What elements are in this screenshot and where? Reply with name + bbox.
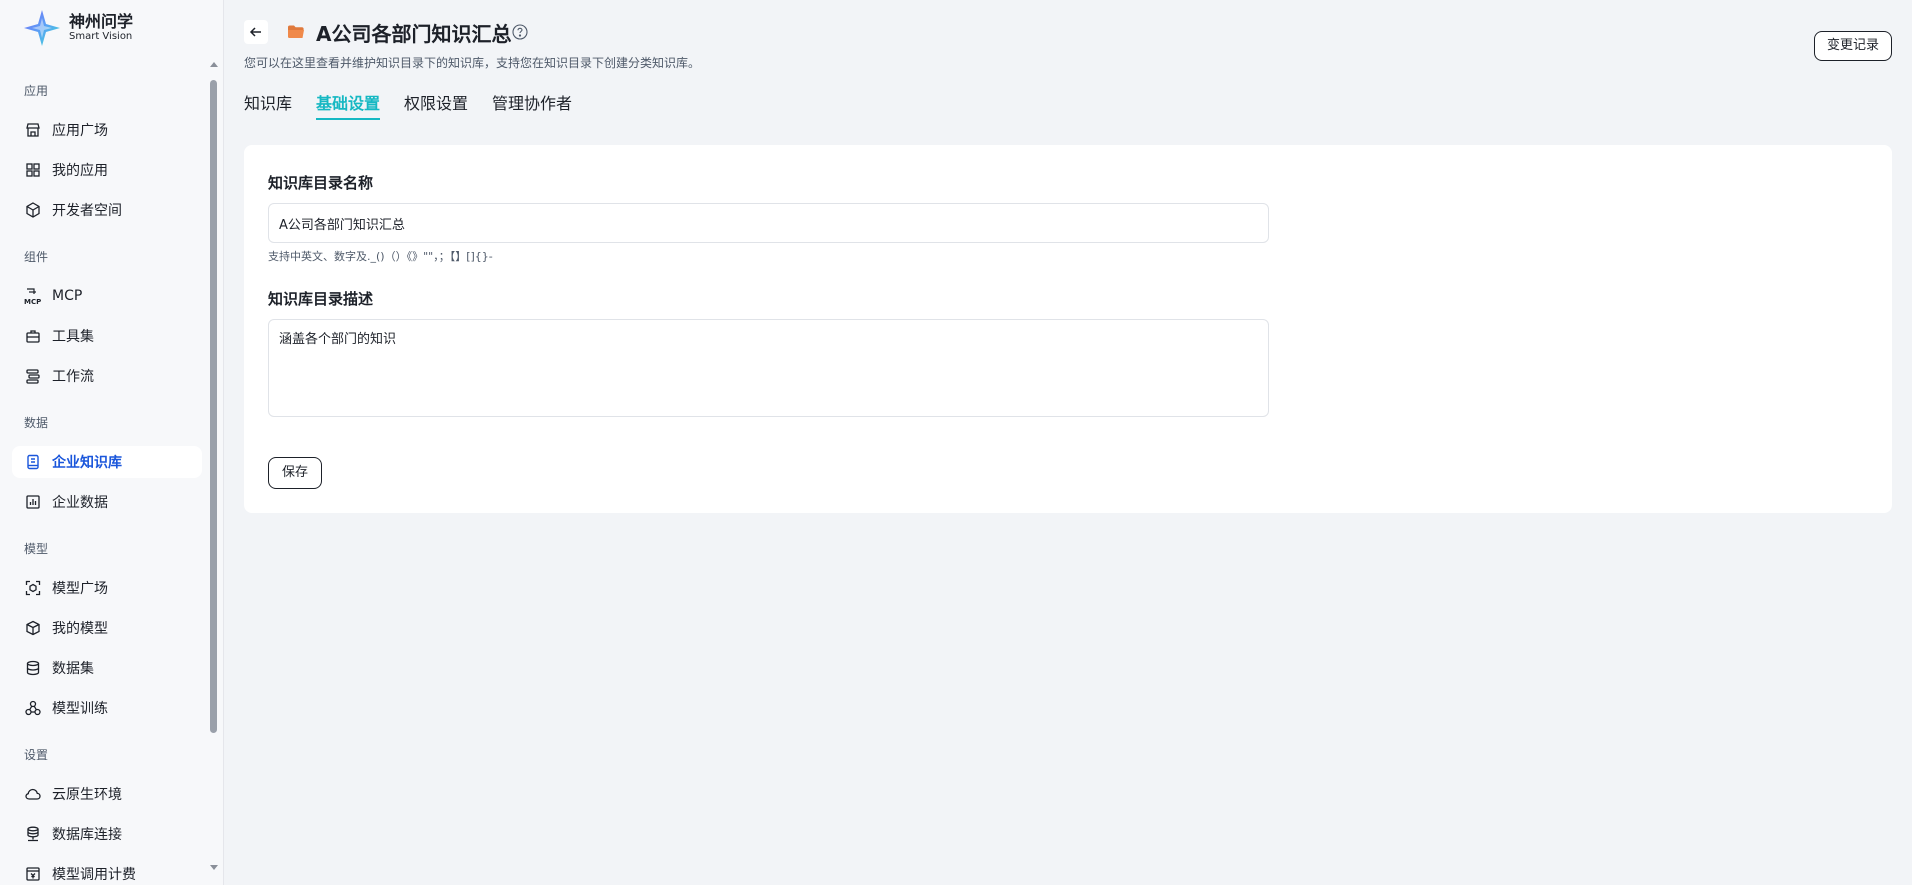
scrollbar-thumb[interactable]	[210, 80, 217, 733]
grid-icon	[24, 161, 42, 179]
sidebar: 神州问学 Smart Vision 应用 应用广场 我的应用 开发者空间 组件	[0, 0, 224, 885]
sidebar-item-model-training[interactable]: 模型训练	[12, 692, 202, 724]
tab-knowledge-base[interactable]: 知识库	[244, 92, 292, 122]
nav-group-label: 应用	[24, 84, 49, 98]
box-icon	[24, 619, 42, 637]
directory-description-textarea[interactable]: 涵盖各个部门的知识	[268, 319, 1269, 417]
sidebar-item-workflow[interactable]: 工作流	[12, 360, 202, 392]
sidebar-item-label: 企业知识库	[52, 455, 122, 471]
tab-bar: 知识库 基础设置 权限设置 管理协作者	[244, 92, 596, 122]
sidebar-item-label: 工具集	[52, 329, 94, 345]
nav-group-label: 设置	[24, 748, 49, 762]
sidebar-item-my-models[interactable]: 我的模型	[12, 612, 202, 644]
nav-group-label: 模型	[24, 542, 49, 556]
sidebar-item-enterprise-knowledge[interactable]: 企业知识库	[12, 446, 202, 478]
change-history-button[interactable]: 变更记录	[1813, 31, 1892, 61]
bar-chart-icon	[24, 493, 42, 511]
sidebar-item-label: 开发者空间	[52, 203, 122, 219]
arrow-left-icon	[249, 27, 261, 37]
sidebar-item-toolset[interactable]: 工具集	[12, 320, 202, 352]
help-icon[interactable]	[512, 24, 528, 40]
scroll-up-arrow-icon[interactable]	[210, 62, 218, 67]
sidebar-item-label: 我的应用	[52, 163, 108, 179]
workflow-icon	[24, 367, 42, 385]
knowledge-book-icon	[24, 453, 42, 471]
save-button[interactable]: 保存	[268, 457, 322, 489]
name-field-hint: 支持中英文、数字及._()（）《》""，；【】[]{}-	[268, 250, 493, 263]
brand-name-en: Smart Vision	[69, 31, 133, 42]
settings-card: 知识库目录名称 支持中英文、数字及._()（）《》""，；【】[]{}- 知识库…	[244, 145, 1892, 513]
sidebar-item-label: 云原生环境	[52, 787, 122, 803]
logo-mark-icon	[22, 8, 62, 48]
training-icon	[24, 699, 42, 717]
model-scan-icon	[24, 579, 42, 597]
sidebar-item-my-apps[interactable]: 我的应用	[12, 154, 202, 186]
sidebar-item-model-billing[interactable]: 模型调用计费	[12, 858, 202, 885]
sidebar-item-label: 模型广场	[52, 581, 108, 597]
folder-icon	[286, 22, 306, 42]
sidebar-item-enterprise-data[interactable]: 企业数据	[12, 486, 202, 518]
logo[interactable]: 神州问学 Smart Vision	[22, 8, 133, 48]
name-field-label: 知识库目录名称	[268, 174, 374, 192]
sidebar-item-label: 数据集	[52, 661, 94, 677]
scroll-down-arrow-icon[interactable]	[210, 865, 218, 870]
tab-permission-settings[interactable]: 权限设置	[404, 92, 468, 122]
tab-basic-settings[interactable]: 基础设置	[316, 92, 381, 122]
description-field-label: 知识库目录描述	[268, 290, 374, 308]
sidebar-item-developer-space[interactable]: 开发者空间	[12, 194, 202, 226]
mcp-icon: MCP	[24, 287, 42, 305]
sidebar-item-label: 企业数据	[52, 495, 108, 511]
sidebar-item-label: MCP	[52, 288, 83, 304]
main-content: A公司各部门知识汇总 您可以在这里查看并维护知识目录下的知识库，支持您在知识目录…	[224, 0, 1912, 885]
tab-manage-collaborators[interactable]: 管理协作者	[492, 92, 572, 122]
nav-group-label: 组件	[24, 250, 49, 264]
directory-name-input[interactable]	[268, 203, 1269, 243]
svg-text:MCP: MCP	[24, 298, 41, 305]
sidebar-item-db-connection[interactable]: 数据库连接	[12, 818, 202, 850]
db-connect-icon	[24, 825, 42, 843]
toolbox-icon	[24, 327, 42, 345]
billing-icon	[24, 865, 42, 883]
sidebar-item-dataset[interactable]: 数据集	[12, 652, 202, 684]
cube-network-icon	[24, 201, 42, 219]
sidebar-item-label: 应用广场	[52, 123, 108, 139]
sidebar-item-app-plaza[interactable]: 应用广场	[12, 114, 202, 146]
sidebar-nav: 应用 应用广场 我的应用 开发者空间 组件 MCP MCP 工具集 工作流 数据…	[12, 68, 202, 885]
sidebar-item-cloud-native-env[interactable]: 云原生环境	[12, 778, 202, 810]
sidebar-item-label: 我的模型	[52, 621, 108, 637]
sidebar-item-label: 工作流	[52, 369, 94, 385]
sidebar-item-label: 数据库连接	[52, 827, 122, 843]
database-icon	[24, 659, 42, 677]
brand-name-cn: 神州问学	[69, 12, 134, 31]
sidebar-item-model-plaza[interactable]: 模型广场	[12, 572, 202, 604]
sidebar-item-label: 模型调用计费	[52, 867, 136, 883]
page-title: A公司各部门知识汇总	[316, 22, 512, 46]
sidebar-item-mcp[interactable]: MCP MCP	[12, 280, 202, 312]
sidebar-item-label: 模型训练	[52, 701, 108, 717]
back-button[interactable]	[244, 20, 268, 44]
page-subtitle: 您可以在这里查看并维护知识目录下的知识库，支持您在知识目录下创建分类知识库。	[244, 56, 701, 70]
store-icon	[24, 121, 42, 139]
nav-group-label: 数据	[24, 416, 49, 430]
sidebar-scrollbar[interactable]	[209, 62, 218, 870]
cloud-icon	[24, 785, 42, 803]
